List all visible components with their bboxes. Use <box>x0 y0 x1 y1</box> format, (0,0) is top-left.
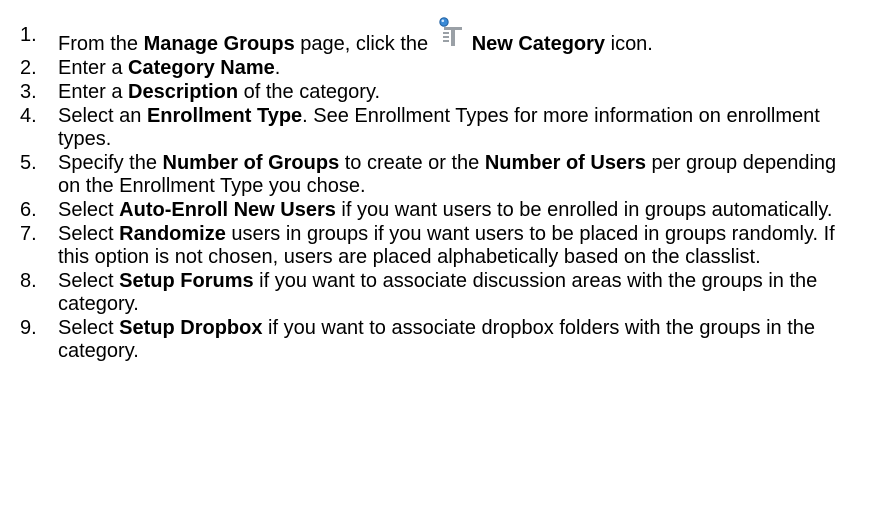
step-text-segment: Select <box>58 199 120 221</box>
step-number: 9. <box>20 317 37 339</box>
step-term: Randomize <box>119 223 226 245</box>
step-item: 3. Enter a Description of the category. <box>20 81 869 104</box>
step-term: Auto-Enroll New Users <box>119 199 336 221</box>
step-item: 5. Specify the Number of Groups to create… <box>20 152 869 198</box>
step-number: 6. <box>20 199 37 221</box>
step-text-segment: Specify the <box>58 152 163 174</box>
step-text-segment: of the category. <box>238 81 381 103</box>
step-text: Select Auto-Enroll New Users if you want… <box>58 199 858 222</box>
step-term: Manage Groups <box>143 33 295 55</box>
step-text-segment: page, click the <box>294 33 434 55</box>
step-text-segment: Select <box>58 223 120 245</box>
step-text: Select Setup Dropbox if you want to asso… <box>58 317 858 363</box>
step-item: 1. From the Manage Groups page, click the… <box>20 17 869 56</box>
step-text-segment: Select <box>58 317 120 339</box>
new-category-icon <box>438 17 466 54</box>
instruction-steps-list: 1. From the Manage Groups page, click the… <box>20 17 869 363</box>
step-text-segment: Enter a <box>58 57 129 79</box>
step-text: Enter a Category Name. <box>58 57 858 80</box>
step-text-segment: . <box>274 57 281 79</box>
step-item: 7. Select Randomize users in groups if yo… <box>20 223 869 269</box>
step-text-segment: From the <box>58 33 144 55</box>
step-term: New Category <box>471 33 606 55</box>
step-text: Select Randomize users in groups if you … <box>58 223 858 269</box>
step-text: From the Manage Groups page, click the N… <box>58 17 858 56</box>
step-number: 7. <box>20 223 37 245</box>
step-term: Number of Groups <box>162 152 340 174</box>
step-term: Enrollment Type <box>146 105 303 127</box>
step-term: Category Name <box>128 57 275 79</box>
document-page: 1. From the Manage Groups page, click the… <box>0 0 869 515</box>
step-text: Enter a Description of the category. <box>58 81 858 104</box>
step-text-segment: to create or the <box>339 152 485 174</box>
step-number: 5. <box>20 152 37 174</box>
step-number: 8. <box>20 270 37 292</box>
step-term: Number of Users <box>484 152 646 174</box>
step-term: Setup Forums <box>119 270 254 292</box>
step-term: Setup Dropbox <box>119 317 263 339</box>
step-number: 1. <box>20 24 37 46</box>
step-item: 4. Select an Enrollment Type. See Enrollm… <box>20 105 869 151</box>
step-item: 6. Select Auto-Enroll New Users if you wa… <box>20 199 869 222</box>
step-text: Select Setup Forums if you want to assoc… <box>58 270 858 316</box>
step-text: Specify the Number of Groups to create o… <box>58 152 858 198</box>
step-text: Select an Enrollment Type. See Enrollmen… <box>58 105 858 151</box>
step-number: 3. <box>20 81 37 103</box>
step-item: 2. Enter a Category Name. <box>20 57 869 80</box>
step-item: 8. Select Setup Forums if you want to ass… <box>20 270 869 316</box>
step-number: 2. <box>20 57 37 79</box>
step-term: Description <box>128 81 239 103</box>
step-text-segment: Enter a <box>58 81 129 103</box>
step-text-segment: if you want users to be enrolled in grou… <box>335 199 833 221</box>
step-text-segment: Select an <box>58 105 147 127</box>
step-number: 4. <box>20 105 37 127</box>
step-item: 9. Select Setup Dropbox if you want to as… <box>20 317 869 363</box>
step-text-segment: icon. <box>605 33 653 55</box>
step-text-segment: Select <box>58 270 120 292</box>
